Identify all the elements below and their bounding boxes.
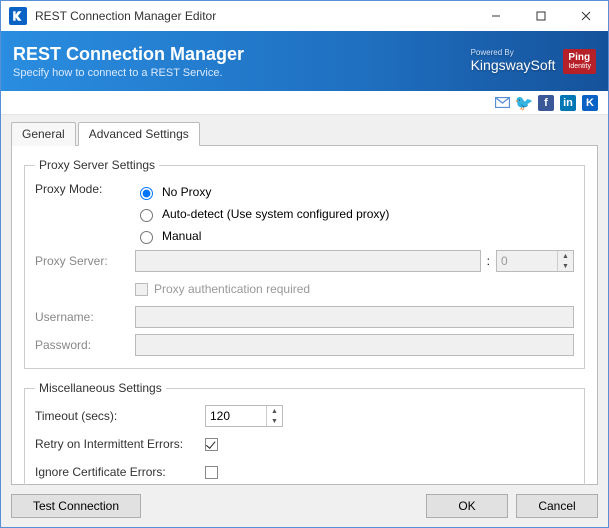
radio-auto-detect[interactable] <box>140 209 153 222</box>
facebook-icon[interactable]: f <box>538 95 554 111</box>
radio-manual[interactable] <box>140 231 153 244</box>
ignore-cert-label: Ignore Certificate Errors: <box>35 465 205 479</box>
proxy-auth-checkbox <box>135 283 148 296</box>
banner-sub: Specify how to connect to a REST Service… <box>13 67 244 79</box>
proxy-auth-label: Proxy authentication required <box>154 282 310 296</box>
password-input <box>135 334 574 356</box>
tab-advanced-settings[interactable]: Advanced Settings <box>78 122 200 146</box>
social-row: 🐦 f in K <box>1 91 608 115</box>
kingsway-icon[interactable]: K <box>582 95 598 111</box>
cancel-button[interactable]: Cancel <box>516 494 598 518</box>
misc-settings-group: Miscellaneous Settings Timeout (secs): ▲… <box>24 381 585 496</box>
retry-checkbox[interactable] <box>205 438 218 451</box>
misc-legend: Miscellaneous Settings <box>35 381 166 395</box>
footer: Test Connection OK Cancel <box>1 485 608 527</box>
proxy-port-spinbox: ▲▼ <box>496 250 574 272</box>
test-connection-button[interactable]: Test Connection <box>11 494 141 518</box>
close-button[interactable] <box>563 1 608 31</box>
username-input <box>135 306 574 328</box>
password-label: Password: <box>35 338 135 352</box>
ignore-cert-checkbox[interactable] <box>205 466 218 479</box>
proxy-mode-label: Proxy Mode: <box>35 182 135 196</box>
spin-down-icon: ▼ <box>558 261 573 271</box>
spin-up-icon[interactable]: ▲ <box>267 406 282 416</box>
tab-general[interactable]: General <box>11 122 76 146</box>
banner-heading: REST Connection Manager <box>13 44 244 65</box>
proxy-mode-manual[interactable]: Manual <box>135 228 389 244</box>
proxy-mode-no-proxy[interactable]: No Proxy <box>135 184 389 200</box>
timeout-label: Timeout (secs): <box>35 409 205 423</box>
radio-no-proxy[interactable] <box>140 187 153 200</box>
mail-icon[interactable] <box>494 95 510 111</box>
timeout-input[interactable] <box>206 406 266 426</box>
port-separator: : <box>487 254 490 268</box>
linkedin-icon[interactable]: in <box>560 95 576 111</box>
proxy-server-label: Proxy Server: <box>35 254 135 268</box>
proxy-mode-auto-detect[interactable]: Auto-detect (Use system configured proxy… <box>135 206 389 222</box>
title-bar: REST Connection Manager Editor <box>1 1 608 31</box>
tab-panel: Proxy Server Settings Proxy Mode: No Pro… <box>11 145 598 485</box>
twitter-icon[interactable]: 🐦 <box>516 95 532 111</box>
proxy-port-input <box>497 251 557 271</box>
timeout-spinbox[interactable]: ▲▼ <box>205 405 283 427</box>
minimize-button[interactable] <box>473 1 518 31</box>
proxy-server-input <box>135 250 481 272</box>
retry-label: Retry on Intermittent Errors: <box>35 437 205 451</box>
ok-button[interactable]: OK <box>426 494 508 518</box>
banner: REST Connection Manager Specify how to c… <box>1 31 608 91</box>
maximize-button[interactable] <box>518 1 563 31</box>
proxy-legend: Proxy Server Settings <box>35 158 159 172</box>
spin-up-icon: ▲ <box>558 251 573 261</box>
proxy-settings-group: Proxy Server Settings Proxy Mode: No Pro… <box>24 158 585 369</box>
content-area: General Advanced Settings Proxy Server S… <box>1 115 608 485</box>
spin-down-icon[interactable]: ▼ <box>267 416 282 426</box>
ping-identity-logo: PingIdentity <box>563 49 596 74</box>
app-icon <box>9 7 27 25</box>
username-label: Username: <box>35 310 135 324</box>
kingswaysoft-logo: Powered By KingswaySoft <box>471 49 556 73</box>
window-title: REST Connection Manager Editor <box>35 9 473 23</box>
